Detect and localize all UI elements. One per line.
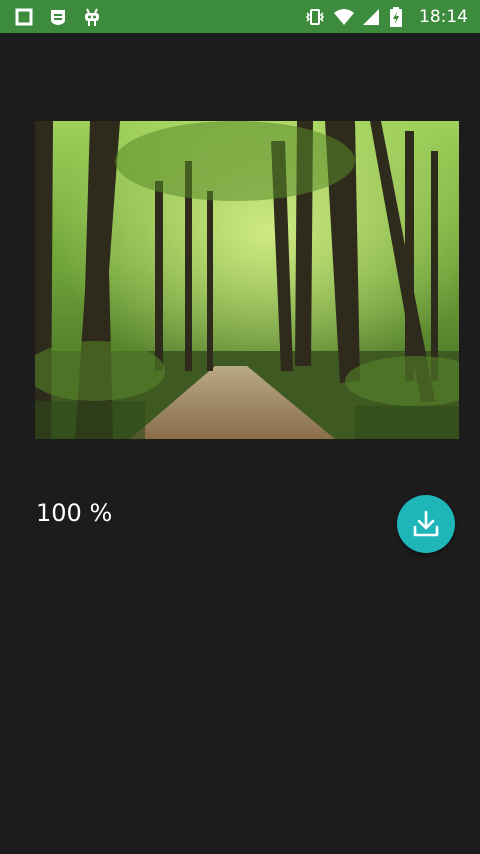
wifi-icon [333, 7, 354, 27]
notification-area [14, 7, 116, 27]
download-progress-text: 100 % [36, 499, 113, 527]
status-bar: 18:14 [0, 0, 480, 33]
android-debug-icon [82, 7, 102, 27]
forest-path-photo[interactable] [35, 121, 459, 439]
square-notification-icon [14, 7, 34, 27]
download-button[interactable] [397, 495, 455, 553]
battery-charging-icon [389, 6, 409, 27]
vibrate-icon [305, 7, 325, 27]
system-icons: 18:14 [297, 6, 468, 27]
chat-notification-icon [48, 7, 68, 27]
signal-icon [361, 7, 381, 27]
download-screen: 100 % [0, 33, 480, 854]
download-icon [413, 510, 439, 537]
status-time: 18:14 [419, 6, 468, 27]
